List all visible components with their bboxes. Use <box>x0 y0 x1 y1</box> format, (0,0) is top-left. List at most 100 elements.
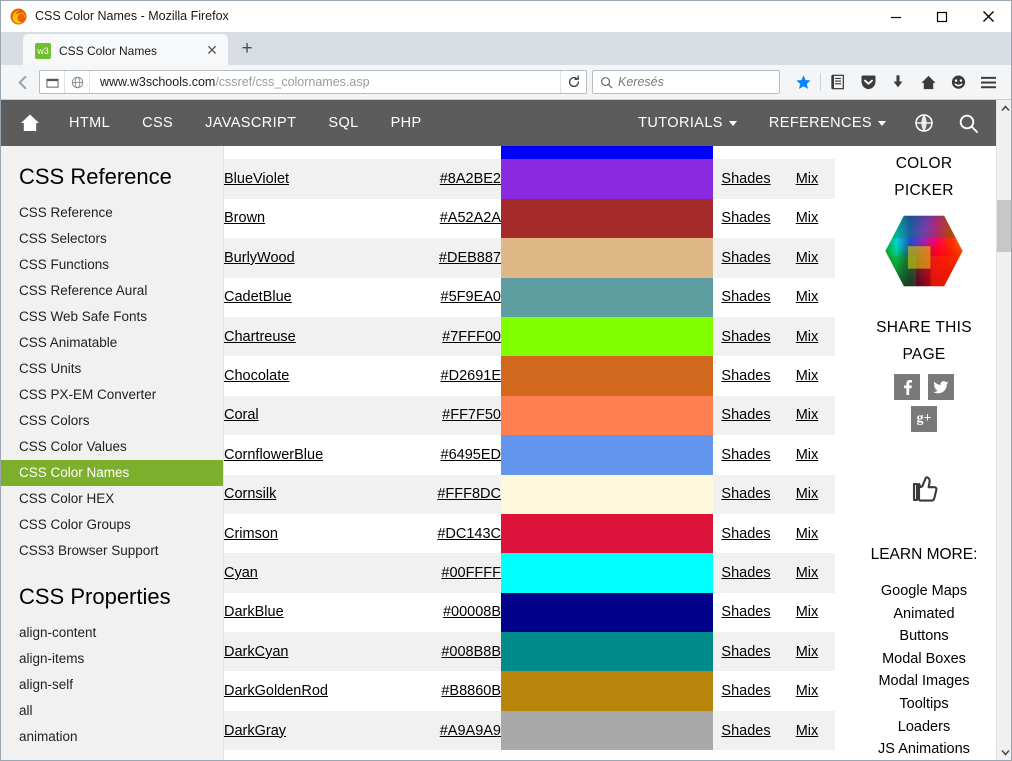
mix-link[interactable]: Mix <box>796 526 819 542</box>
color-name-link[interactable]: BurlyWood <box>224 250 295 266</box>
color-name-link[interactable]: Coral <box>224 407 259 423</box>
color-hex-link[interactable]: #A9A9A9 <box>440 723 501 739</box>
reload-button-icon[interactable] <box>560 71 586 93</box>
site-nav-javascript[interactable]: JAVASCRIPT <box>189 115 312 131</box>
home-icon[interactable] <box>913 68 943 96</box>
color-name-link[interactable]: DarkGoldenRod <box>224 683 328 699</box>
shades-link[interactable]: Shades <box>721 289 770 305</box>
mix-link[interactable]: Mix <box>796 289 819 305</box>
facebook-share-icon[interactable] <box>894 374 920 400</box>
shades-link[interactable]: Shades <box>721 604 770 620</box>
mix-link[interactable]: Mix <box>796 407 819 423</box>
sidebar-item-align-content[interactable]: align-content <box>1 620 223 646</box>
shades-link[interactable]: Shades <box>721 644 770 660</box>
menu-hamburger-icon[interactable] <box>973 68 1003 96</box>
url-bar[interactable]: www.w3schools.com/cssref/css_colornames.… <box>39 70 587 94</box>
search-bar[interactable]: Keresés <box>592 70 780 94</box>
page-scrollbar[interactable] <box>996 100 1011 760</box>
learn-link-modal-images[interactable]: Modal Images <box>852 670 996 693</box>
tab-close-icon[interactable]: ✕ <box>202 41 222 61</box>
learn-link-buttons[interactable]: Buttons <box>852 625 996 648</box>
color-hex-link[interactable]: #DC143C <box>437 526 501 542</box>
color-hex-link[interactable]: #A52A2A <box>440 210 501 226</box>
color-name-link[interactable]: Chocolate <box>224 368 289 384</box>
mix-link[interactable]: Mix <box>796 146 819 148</box>
color-hex-link[interactable]: #7FFF00 <box>442 329 501 345</box>
site-identity-icon[interactable] <box>40 71 65 93</box>
scroll-up-arrow-icon[interactable] <box>997 100 1011 117</box>
globe-identity-icon[interactable] <box>65 71 90 93</box>
sidebar-item-css-web-safe-fonts[interactable]: CSS Web Safe Fonts <box>1 304 223 330</box>
sidebar-item-css-px-em-converter[interactable]: CSS PX-EM Converter <box>1 382 223 408</box>
shades-link[interactable]: Shades <box>721 250 770 266</box>
mix-link[interactable]: Mix <box>796 723 819 739</box>
downloads-icon[interactable] <box>883 68 913 96</box>
sidebar-item-align-self[interactable]: align-self <box>1 672 223 698</box>
mix-link[interactable]: Mix <box>796 486 819 502</box>
close-button[interactable] <box>965 1 1011 32</box>
color-hex-link[interactable]: #5F9EA0 <box>441 289 501 305</box>
site-nav-php[interactable]: PHP <box>375 115 438 131</box>
color-hex-link[interactable]: #00FFFF <box>441 565 501 581</box>
color-name-link[interactable]: CadetBlue <box>224 289 292 305</box>
sync-smiley-icon[interactable] <box>943 68 973 96</box>
color-hex-link[interactable]: #8A2BE2 <box>440 171 501 187</box>
color-hex-link[interactable]: #00008B <box>443 604 501 620</box>
site-home-icon[interactable] <box>7 100 53 146</box>
color-name-link[interactable]: Crimson <box>224 526 278 542</box>
color-hex-link[interactable]: #DEB887 <box>439 250 501 266</box>
pocket-icon[interactable] <box>853 68 883 96</box>
mix-link[interactable]: Mix <box>796 565 819 581</box>
color-name-link[interactable]: Brown <box>224 210 265 226</box>
shades-link[interactable]: Shades <box>721 146 770 148</box>
shades-link[interactable]: Shades <box>721 407 770 423</box>
mix-link[interactable]: Mix <box>796 329 819 345</box>
minimize-button[interactable] <box>873 1 919 32</box>
color-name-link[interactable]: Blue <box>224 146 253 148</box>
color-hex-link[interactable]: #FF7F50 <box>442 407 501 423</box>
site-nav-html[interactable]: HTML <box>53 115 126 131</box>
shades-link[interactable]: Shades <box>721 683 770 699</box>
url-text[interactable]: www.w3schools.com/cssref/css_colornames.… <box>90 75 560 89</box>
sidebar-item-css-reference[interactable]: CSS Reference <box>1 200 223 226</box>
shades-link[interactable]: Shades <box>721 723 770 739</box>
sidebar-item-css-animatable[interactable]: CSS Animatable <box>1 330 223 356</box>
color-hex-link[interactable]: #0000FF <box>443 146 501 148</box>
sidebar-item-css3-browser-support[interactable]: CSS3 Browser Support <box>1 538 223 564</box>
twitter-share-icon[interactable] <box>928 374 954 400</box>
site-nav-tutorials[interactable]: TUTORIALS <box>622 115 753 131</box>
mix-link[interactable]: Mix <box>796 447 819 463</box>
sidebar-item-animation[interactable]: animation <box>1 724 223 750</box>
sidebar-item-css-selectors[interactable]: CSS Selectors <box>1 226 223 252</box>
color-name-link[interactable]: CornflowerBlue <box>224 447 323 463</box>
learn-link-google-maps[interactable]: Google Maps <box>852 580 996 603</box>
googleplus-share-icon[interactable]: g+ <box>911 406 937 432</box>
sidebar-item-css-color-groups[interactable]: CSS Color Groups <box>1 512 223 538</box>
mix-link[interactable]: Mix <box>796 604 819 620</box>
shades-link[interactable]: Shades <box>721 329 770 345</box>
globe-icon[interactable] <box>902 100 946 146</box>
sidebar-item-css-functions[interactable]: CSS Functions <box>1 252 223 278</box>
scrollbar-track-upper[interactable] <box>997 117 1011 200</box>
color-picker-hexagon-icon[interactable] <box>883 214 965 288</box>
shades-link[interactable]: Shades <box>721 486 770 502</box>
color-name-link[interactable]: DarkBlue <box>224 604 284 620</box>
sidebar-item-css-reference-aural[interactable]: CSS Reference Aural <box>1 278 223 304</box>
learn-link-js-animations[interactable]: JS Animations <box>852 738 996 760</box>
sidebar-item-css-color-values[interactable]: CSS Color Values <box>1 434 223 460</box>
color-name-link[interactable]: Chartreuse <box>224 329 296 345</box>
color-name-link[interactable]: BlueViolet <box>224 171 289 187</box>
site-nav-css[interactable]: CSS <box>126 115 189 131</box>
color-name-link[interactable]: DarkGray <box>224 723 286 739</box>
color-hex-link[interactable]: #D2691E <box>441 368 501 384</box>
scroll-down-arrow-icon[interactable] <box>997 744 1011 760</box>
mix-link[interactable]: Mix <box>796 683 819 699</box>
sidebar-item-align-items[interactable]: align-items <box>1 646 223 672</box>
shades-link[interactable]: Shades <box>721 526 770 542</box>
sidebar-item-css-color-names[interactable]: CSS Color Names <box>1 460 223 486</box>
learn-link-animated[interactable]: Animated <box>852 603 996 626</box>
sidebar-item-css-colors[interactable]: CSS Colors <box>1 408 223 434</box>
color-hex-link[interactable]: #008B8B <box>441 644 501 660</box>
sidebar-item-css-units[interactable]: CSS Units <box>1 356 223 382</box>
mix-link[interactable]: Mix <box>796 368 819 384</box>
